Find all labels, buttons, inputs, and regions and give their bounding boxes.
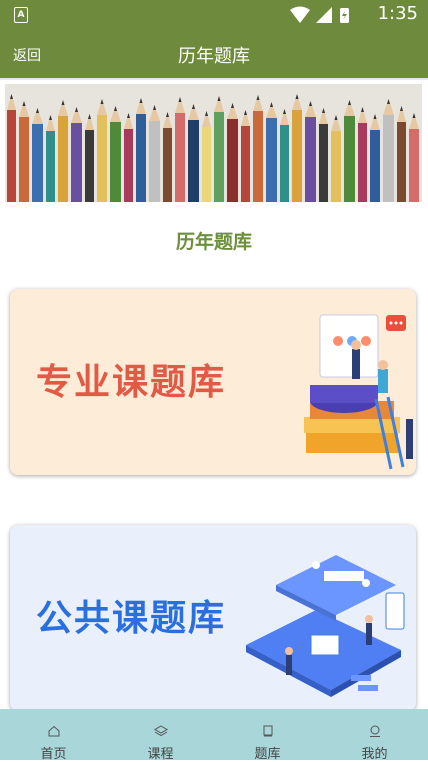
tab-label: 首页: [40, 747, 67, 762]
public-course-bank-card[interactable]: 公共课题库: [10, 525, 416, 711]
major-course-bank-card[interactable]: 专业课题库: [10, 289, 416, 475]
signal-icon: [316, 7, 332, 23]
header-divider: [0, 78, 428, 80]
tab-label: 题库: [254, 747, 281, 762]
tab-label: 我的: [361, 747, 388, 762]
pencils-banner-image: [5, 84, 422, 202]
section-title: 历年题库: [175, 231, 252, 253]
card-label: 公共课题库: [36, 598, 227, 639]
app-bar: 返回 历年题库: [0, 30, 428, 78]
status-bar: A 1:35: [0, 0, 428, 30]
page-title: 历年题库: [178, 46, 250, 67]
tab-home[interactable]: 首页: [0, 709, 107, 762]
bottom-tab-bar: 首页 课程 题库 我的: [0, 709, 428, 762]
tab-courses[interactable]: 课程: [107, 709, 214, 762]
app-notification-icon: A: [14, 7, 28, 23]
books-ladder-illustration: [304, 314, 413, 470]
home-icon: [48, 725, 60, 737]
user-icon: [370, 725, 380, 737]
tab-question-bank[interactable]: 题库: [214, 709, 321, 762]
book-icon: [263, 725, 273, 737]
status-icons: [290, 6, 349, 23]
wifi-icon: [290, 6, 310, 23]
layers-icon: [154, 725, 168, 737]
tab-profile[interactable]: 我的: [321, 709, 428, 762]
status-time: 1:35: [377, 3, 418, 24]
office-isometric-illustration: [246, 555, 405, 697]
tab-label: 课程: [147, 747, 174, 762]
card-label: 专业课题库: [36, 362, 227, 403]
